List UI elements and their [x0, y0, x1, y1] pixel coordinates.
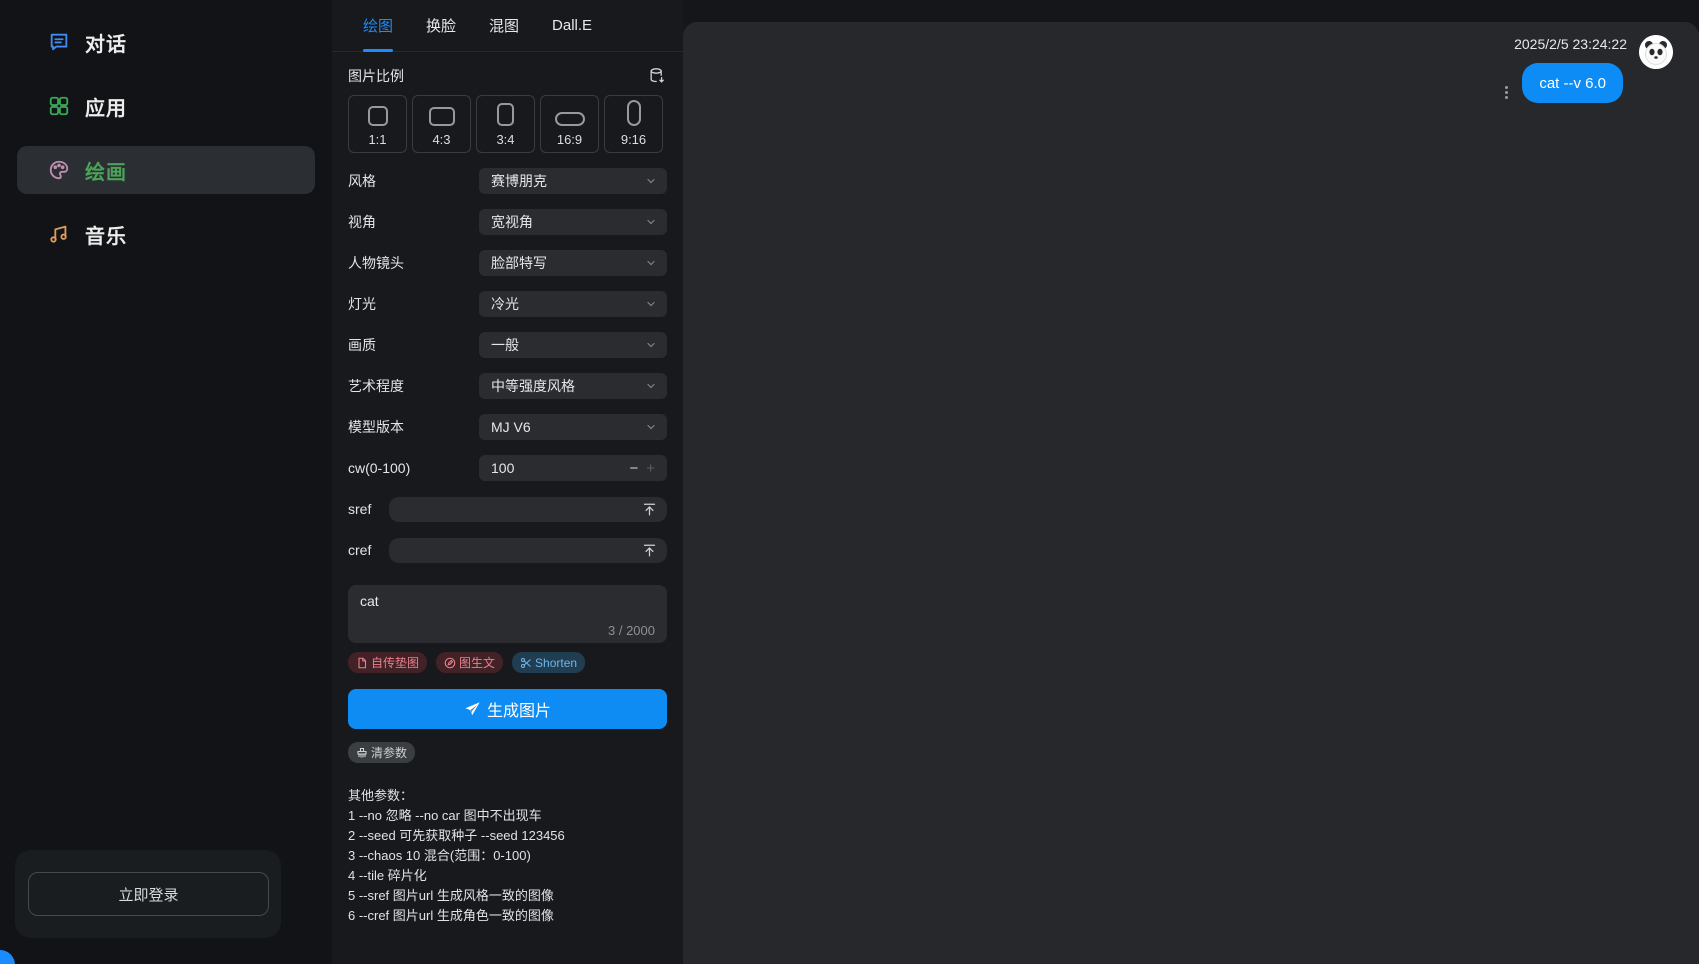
sidebar-item-label: 应用	[85, 92, 127, 121]
field-label-view: 视角	[348, 212, 376, 232]
field-label-lighting: 灯光	[348, 294, 376, 314]
help-line: 6 --cref 图片url 生成角色一致的图像	[348, 906, 667, 926]
chevron-down-icon	[645, 339, 657, 351]
model-select[interactable]: MJ V6	[479, 414, 667, 440]
cw-stepper: − +	[479, 455, 667, 481]
tag-shorten[interactable]: Shorten	[512, 652, 585, 673]
chevron-down-icon	[645, 216, 657, 228]
upload-icon[interactable]	[642, 543, 657, 558]
login-button[interactable]: 立即登录	[28, 872, 269, 916]
lighting-select[interactable]: 冷光	[479, 291, 667, 317]
apps-icon	[48, 95, 70, 117]
sidebar-item-draw[interactable]: 绘画	[17, 146, 315, 194]
draw-settings-panel: 绘图 换脸 混图 Dall.E 图片比例 1:1 4:	[332, 0, 683, 964]
chevron-down-icon	[645, 175, 657, 187]
chevron-down-icon	[645, 380, 657, 392]
ratio-shape-icon	[368, 106, 388, 126]
ratio-shape-icon	[627, 100, 641, 126]
user-message-bubble: cat --v 6.0	[1522, 63, 1623, 103]
chevron-down-icon	[645, 298, 657, 310]
help-line: 3 --chaos 10 混合(范围：0-100)	[348, 846, 667, 866]
ratio-shape-icon	[497, 103, 514, 126]
ratio-option-1-1[interactable]: 1:1	[348, 95, 407, 153]
cref-input[interactable]	[399, 543, 642, 558]
tab-draw[interactable]: 绘图	[363, 0, 393, 51]
prompt-box: cat 3 / 2000	[348, 585, 667, 643]
sref-input[interactable]	[399, 502, 642, 517]
sidebar-item-apps[interactable]: 应用	[17, 82, 315, 130]
sidebar-item-music[interactable]: 音乐	[17, 210, 315, 258]
ratio-option-16-9[interactable]: 16:9	[540, 95, 599, 153]
tag-pad-image[interactable]: 自传垫图	[348, 652, 427, 673]
music-icon	[48, 223, 70, 245]
message-menu-button[interactable]	[1505, 84, 1508, 101]
help-line: 5 --sref 图片url 生成风格一致的图像	[348, 886, 667, 906]
cref-input-wrap	[389, 538, 667, 563]
message-timestamp: 2025/2/5 23:24:22	[1514, 36, 1627, 52]
clear-params-button[interactable]: 清参数	[348, 742, 415, 763]
file-icon	[356, 657, 368, 669]
ratio-section-label: 图片比例	[348, 66, 404, 86]
field-label-cw: cw(0-100)	[348, 460, 410, 476]
view-select[interactable]: 宽视角	[479, 209, 667, 235]
tab-blend[interactable]: 混图	[489, 0, 519, 51]
mode-tabs: 绘图 换脸 混图 Dall.E	[332, 0, 683, 52]
chevron-down-icon	[645, 257, 657, 269]
sidebar-item-label: 音乐	[85, 220, 127, 249]
ratio-shape-icon	[555, 112, 585, 126]
ratio-option-4-3[interactable]: 4:3	[412, 95, 471, 153]
aspect-ratio-group: 1:1 4:3 3:4 16:9 9:16	[348, 95, 667, 153]
field-label-stylize: 艺术程度	[348, 376, 404, 396]
sidebar-item-label: 对话	[85, 28, 127, 57]
sidebar: 对话 应用 绘画 音乐 立即登录	[0, 0, 332, 964]
palette-icon	[48, 159, 70, 181]
field-label-style: 风格	[348, 171, 376, 191]
cw-input[interactable]	[491, 460, 625, 476]
sidebar-item-chat[interactable]: 对话	[17, 18, 315, 66]
paper-plane-icon	[464, 701, 481, 718]
field-label-shot: 人物镜头	[348, 253, 404, 273]
chevron-down-icon	[645, 421, 657, 433]
user-avatar	[1639, 35, 1673, 69]
help-title: 其他参数：	[348, 786, 667, 806]
help-line: 4 --tile 碎片化	[348, 866, 667, 886]
generate-button[interactable]: 生成图片	[348, 689, 667, 729]
sref-input-wrap	[389, 497, 667, 522]
char-counter: 3 / 2000	[608, 623, 655, 638]
field-label-model: 模型版本	[348, 417, 404, 437]
pen-circle-icon	[444, 657, 456, 669]
tab-dalle[interactable]: Dall.E	[552, 0, 592, 51]
field-label-quality: 画质	[348, 335, 376, 355]
decrement-button[interactable]: −	[625, 461, 642, 476]
ratio-shape-icon	[429, 107, 455, 126]
quality-select[interactable]: 一般	[479, 332, 667, 358]
field-label-sref: sref	[348, 501, 371, 517]
scissors-icon	[520, 657, 532, 669]
upload-icon[interactable]	[642, 502, 657, 517]
chat-icon	[48, 31, 70, 53]
login-card: 立即登录	[15, 850, 281, 938]
broom-icon	[356, 747, 368, 759]
chat-area: 2025/2/5 23:24:22 cat --v 6.0	[683, 22, 1699, 964]
tag-image-to-text[interactable]: 图生文	[436, 652, 503, 673]
help-line: 2 --seed 可先获取种子 --seed 123456	[348, 826, 667, 846]
database-save-icon[interactable]	[647, 66, 667, 86]
ratio-option-3-4[interactable]: 3:4	[476, 95, 535, 153]
shot-select[interactable]: 脸部特写	[479, 250, 667, 276]
increment-button[interactable]: +	[642, 461, 659, 476]
field-label-cref: cref	[348, 542, 371, 558]
ratio-option-9-16[interactable]: 9:16	[604, 95, 663, 153]
other-params-help: 其他参数： 1 --no 忽略 --no car 图中不出现车 2 --seed…	[348, 786, 667, 926]
help-line: 1 --no 忽略 --no car 图中不出现车	[348, 806, 667, 826]
sidebar-item-label: 绘画	[85, 156, 127, 185]
stylize-select[interactable]: 中等强度风格	[479, 373, 667, 399]
style-select[interactable]: 赛博朋克	[479, 168, 667, 194]
tab-face-swap[interactable]: 换脸	[426, 0, 456, 51]
